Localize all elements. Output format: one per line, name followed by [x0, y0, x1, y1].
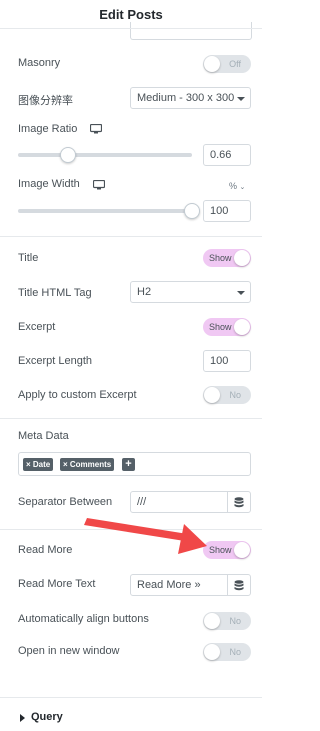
monitor-icon[interactable]: [93, 180, 105, 190]
toggle-knob: [234, 250, 250, 266]
image-width-unit-select[interactable]: % ⌄: [229, 181, 245, 191]
image-ratio-label: Image Ratio: [18, 123, 78, 135]
meta-data-label: Meta Data: [18, 430, 69, 442]
caret-right-icon: [20, 714, 25, 722]
toggle-state: Off: [229, 59, 241, 69]
image-width-input[interactable]: 100: [203, 200, 251, 222]
meta-tag-comments[interactable]: × Comments: [60, 458, 115, 471]
section-divider: [0, 418, 262, 419]
read-more-toggle[interactable]: Show: [203, 541, 251, 559]
monitor-icon[interactable]: [90, 124, 102, 134]
separator-label: Separator Between: [18, 496, 113, 508]
toggle-state: Show: [209, 545, 232, 555]
toggle-knob: [234, 319, 250, 335]
unit-label: %: [229, 181, 238, 191]
previous-field-input[interactable]: [130, 22, 252, 40]
custom-excerpt-label: Apply to custom Excerpt: [18, 389, 137, 401]
section-divider: [0, 697, 262, 698]
title-label: Title: [18, 252, 39, 264]
title-tag-value: H2: [137, 286, 152, 298]
title-tag-select[interactable]: H2: [130, 281, 251, 303]
section-divider: [0, 236, 262, 237]
image-resolution-select[interactable]: Medium - 300 x 300: [130, 87, 251, 109]
section-divider: [0, 529, 262, 530]
image-resolution-label: 图像分辨率: [18, 95, 73, 107]
custom-excerpt-toggle[interactable]: No: [203, 386, 251, 404]
masonry-toggle[interactable]: Off: [203, 55, 251, 73]
chevron-down-icon: [237, 97, 245, 101]
new-window-toggle[interactable]: No: [203, 643, 251, 661]
separator-input[interactable]: ///: [130, 491, 228, 513]
add-meta-button[interactable]: +: [122, 458, 135, 471]
align-buttons-toggle[interactable]: No: [203, 612, 251, 630]
chevron-down-icon: ⌄: [239, 184, 246, 191]
toggle-state: Show: [209, 322, 232, 332]
toggle-knob: [234, 542, 250, 558]
new-window-label: Open in new window: [18, 645, 120, 657]
toggle-knob: [204, 387, 220, 403]
image-width-slider-handle[interactable]: [184, 203, 200, 219]
meta-data-select[interactable]: × Date × Comments +: [18, 452, 251, 476]
chevron-down-icon: [237, 291, 245, 295]
image-resolution-value: Medium - 300 x 300: [137, 92, 235, 104]
query-section-toggle[interactable]: Query: [31, 711, 63, 723]
toggle-knob: [204, 613, 220, 629]
dynamic-tags-button[interactable]: [227, 491, 251, 513]
read-more-text-input[interactable]: Read More »: [130, 574, 228, 596]
excerpt-label: Excerpt: [18, 321, 56, 333]
toggle-state: No: [229, 390, 241, 400]
toggle-knob: [204, 56, 220, 72]
align-buttons-label: Automatically align buttons: [18, 613, 149, 625]
database-icon: [234, 580, 244, 591]
image-ratio-slider-track[interactable]: [18, 153, 192, 157]
excerpt-toggle[interactable]: Show: [203, 318, 251, 336]
image-width-slider-track[interactable]: [18, 209, 192, 213]
excerpt-length-input[interactable]: 100: [203, 350, 251, 372]
title-tag-label: Title HTML Tag: [18, 287, 92, 299]
header-divider: [0, 28, 262, 29]
image-width-label: Image Width: [18, 178, 80, 190]
meta-tag-date[interactable]: × Date: [23, 458, 54, 471]
toggle-state: Show: [209, 253, 232, 263]
read-more-text-label: Read More Text: [18, 578, 96, 590]
panel-title: Edit Posts: [99, 6, 163, 22]
toggle-state: No: [229, 647, 241, 657]
dynamic-tags-button[interactable]: [227, 574, 251, 596]
excerpt-length-label: Excerpt Length: [18, 355, 92, 367]
masonry-label: Masonry: [18, 57, 61, 69]
title-toggle[interactable]: Show: [203, 249, 251, 267]
toggle-knob: [204, 644, 220, 660]
image-ratio-input[interactable]: 0.66: [203, 144, 251, 166]
database-icon: [234, 497, 244, 508]
image-ratio-slider-handle[interactable]: [60, 147, 77, 163]
read-more-label: Read More: [18, 544, 73, 556]
toggle-state: No: [229, 616, 241, 626]
